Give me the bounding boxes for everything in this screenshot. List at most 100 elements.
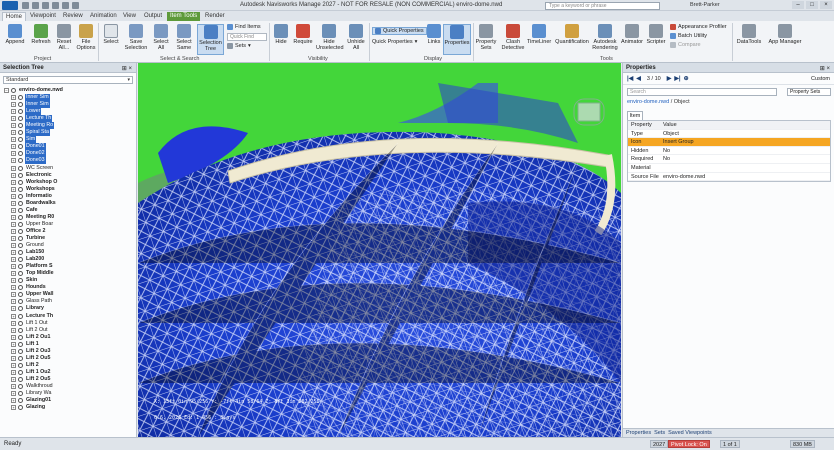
expand-icon[interactable]: + bbox=[11, 250, 16, 256]
visibility-icon[interactable] bbox=[18, 405, 23, 411]
hide-unselected-button[interactable]: Hide Unselected bbox=[316, 24, 344, 51]
expand-icon[interactable]: + bbox=[11, 341, 16, 347]
batch-utility-button[interactable]: Batch Utility bbox=[670, 33, 707, 39]
tree-item[interactable]: + Meeting Ro bbox=[4, 122, 136, 130]
expand-icon[interactable]: + bbox=[11, 200, 16, 206]
tree-item[interactable]: + Glazing bbox=[4, 404, 136, 411]
tree-item[interactable]: + Walkthroud bbox=[4, 383, 136, 390]
visibility-icon[interactable] bbox=[18, 186, 23, 192]
visibility-icon[interactable] bbox=[18, 264, 23, 270]
visibility-icon[interactable] bbox=[18, 130, 23, 136]
save-icon[interactable] bbox=[42, 2, 49, 9]
visibility-icon[interactable] bbox=[18, 193, 23, 199]
tree-item[interactable]: + Lift 2 bbox=[4, 362, 136, 369]
expand-icon[interactable]: + bbox=[11, 123, 16, 129]
quick-properties-dropdown[interactable]: Quick Properties ▾ bbox=[372, 39, 417, 45]
tab-view[interactable]: View bbox=[120, 12, 139, 21]
quick-find-input[interactable]: Quick Find bbox=[227, 33, 267, 41]
reset-all-button[interactable]: Reset All... bbox=[55, 24, 73, 51]
compare-button[interactable]: Compare bbox=[670, 42, 701, 48]
pin-icon[interactable]: ⊞ × bbox=[122, 64, 132, 74]
pivot-lock-indicator[interactable]: Pivot Lock: On bbox=[668, 440, 710, 448]
visibility-icon[interactable] bbox=[18, 207, 23, 213]
visibility-icon[interactable] bbox=[18, 327, 23, 333]
tree-item[interactable]: + Lecture Th bbox=[4, 115, 136, 123]
save-selection-button[interactable]: Save Selection bbox=[123, 24, 149, 51]
visibility-icon[interactable] bbox=[18, 398, 23, 404]
expand-icon[interactable]: + bbox=[11, 398, 16, 404]
next-item-icon[interactable]: ▶ bbox=[667, 75, 672, 82]
visibility-icon[interactable] bbox=[18, 320, 23, 326]
tree-item[interactable]: + Inner Sim bbox=[4, 94, 136, 102]
properties-button[interactable]: Properties bbox=[443, 24, 471, 55]
expand-icon[interactable]: + bbox=[11, 172, 16, 178]
visibility-icon[interactable] bbox=[18, 391, 23, 397]
expand-icon[interactable]: + bbox=[11, 334, 16, 340]
tree-item[interactable]: + Done01 bbox=[4, 143, 136, 151]
expand-icon[interactable]: + bbox=[11, 137, 16, 143]
tree-item[interactable]: + Meeting R0 bbox=[4, 214, 136, 221]
visibility-icon[interactable] bbox=[18, 285, 23, 291]
expand-icon[interactable]: + bbox=[11, 327, 16, 333]
user-name[interactable]: Brett-Parker bbox=[690, 2, 720, 8]
tree-item[interactable]: + WC Screen bbox=[4, 165, 136, 172]
application-menu-button[interactable] bbox=[2, 1, 18, 10]
redo-icon[interactable] bbox=[72, 2, 79, 9]
visibility-icon[interactable] bbox=[18, 102, 23, 108]
visibility-icon[interactable] bbox=[18, 348, 23, 354]
tree-item[interactable]: + Lab150 bbox=[4, 249, 136, 256]
tab-saved-viewpoints[interactable]: Saved Viewpoints bbox=[668, 429, 712, 437]
expand-icon[interactable]: + bbox=[11, 285, 16, 291]
tree-item[interactable]: + Boardwalks bbox=[4, 200, 136, 207]
animator-button[interactable]: Animator bbox=[620, 24, 644, 45]
tab-output[interactable]: Output bbox=[141, 12, 165, 21]
breadcrumb-link[interactable]: enviro-dome.nwd bbox=[627, 99, 669, 105]
tree-item[interactable]: + Lift 1 Out bbox=[4, 320, 136, 327]
visibility-icon[interactable] bbox=[18, 292, 23, 298]
visibility-icon[interactable] bbox=[18, 341, 23, 347]
tree-item[interactable]: + Office 2 bbox=[4, 228, 136, 235]
expand-icon[interactable]: + bbox=[11, 264, 16, 270]
visibility-icon[interactable] bbox=[18, 236, 23, 241]
tree-item[interactable]: + Inner Sim bbox=[4, 101, 136, 109]
expand-icon[interactable]: + bbox=[11, 193, 16, 199]
expand-icon[interactable]: + bbox=[11, 214, 16, 220]
expand-icon[interactable]: + bbox=[11, 151, 16, 157]
visibility-icon[interactable] bbox=[18, 151, 23, 157]
expand-icon[interactable]: + bbox=[11, 362, 16, 368]
scripter-button[interactable]: Scripter bbox=[645, 24, 667, 45]
require-button[interactable]: Require bbox=[292, 24, 314, 45]
expand-icon[interactable]: + bbox=[11, 243, 16, 249]
expand-icon[interactable]: + bbox=[11, 355, 16, 361]
tree-item[interactable]: + Upper Boar bbox=[4, 221, 136, 228]
visibility-icon[interactable] bbox=[18, 243, 23, 249]
tree-item[interactable]: + Lift 2 Ou1 bbox=[4, 334, 136, 341]
tree-item[interactable]: + Done03 bbox=[4, 157, 136, 165]
tree-item[interactable]: + Ground bbox=[4, 242, 136, 249]
expand-icon[interactable]: + bbox=[11, 299, 16, 305]
tree-item[interactable]: + Lift 1 bbox=[4, 341, 136, 348]
tree-view-dropdown[interactable]: Standard ▾ bbox=[3, 76, 133, 84]
tab-animation[interactable]: Animation bbox=[87, 12, 120, 21]
expand-icon[interactable]: + bbox=[11, 221, 16, 227]
expand-icon[interactable]: + bbox=[11, 257, 16, 263]
visibility-icon[interactable] bbox=[11, 88, 16, 94]
tab-properties[interactable]: Properties bbox=[626, 429, 651, 437]
close-button[interactable]: × bbox=[820, 1, 832, 9]
expand-icon[interactable]: + bbox=[11, 130, 16, 136]
visibility-icon[interactable] bbox=[18, 158, 23, 164]
clash-detective-button[interactable]: Clash Detective bbox=[500, 24, 526, 51]
custom-label[interactable]: Custom bbox=[811, 76, 830, 82]
new-icon[interactable] bbox=[22, 2, 29, 9]
expand-icon[interactable]: + bbox=[11, 102, 16, 108]
undo-icon[interactable] bbox=[62, 2, 69, 9]
expand-icon[interactable]: + bbox=[11, 292, 16, 298]
3d-viewport[interactable]: X: 13ft 0in 95/256 Y: -7ft 4in 58/64 Z: … bbox=[138, 63, 621, 437]
first-item-icon[interactable]: |◀ bbox=[627, 75, 633, 82]
tab-item-tools[interactable]: Item Tools bbox=[167, 12, 201, 21]
tree-item[interactable]: + Glazing01 bbox=[4, 397, 136, 404]
property-sets-dropdown[interactable]: Property Sets bbox=[787, 88, 831, 96]
file-options-button[interactable]: File Options bbox=[76, 24, 96, 51]
tree-item[interactable]: + Lift 2 Ou5 bbox=[4, 376, 136, 383]
expand-icon[interactable]: + bbox=[11, 228, 16, 234]
